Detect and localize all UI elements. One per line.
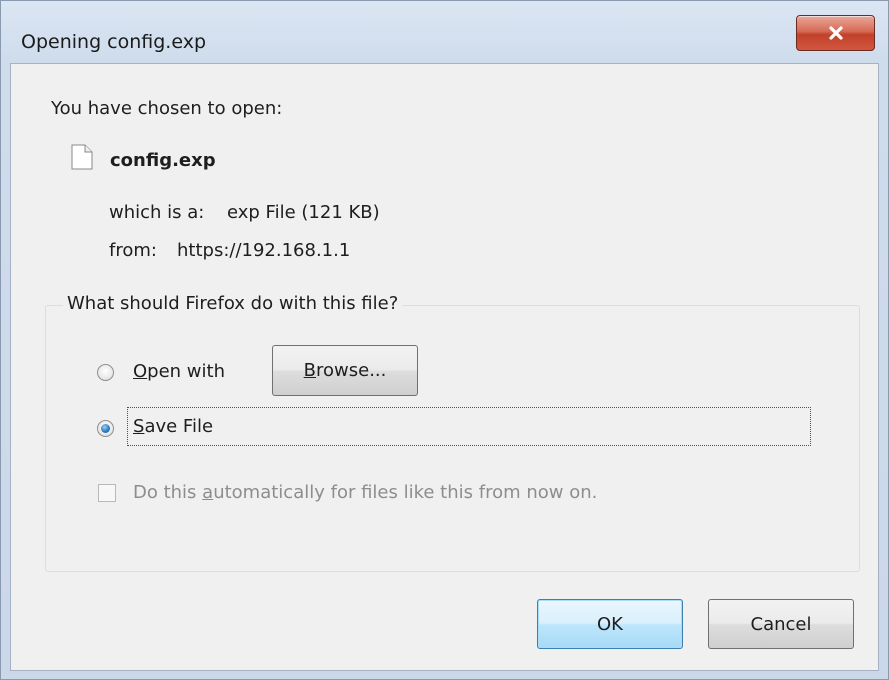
radio-selected-dot bbox=[101, 424, 110, 433]
auto-accel: a bbox=[202, 482, 214, 503]
dialog-window: Opening config.exp You have chosen to op… bbox=[0, 0, 889, 680]
open-with-text: pen with bbox=[147, 361, 225, 382]
auto-text-before: Do this bbox=[133, 482, 203, 503]
action-group-legend: What should Firefox do with this file? bbox=[63, 293, 403, 314]
ok-button[interactable]: OK bbox=[537, 599, 683, 649]
dialog-body: You have chosen to open: config.exp whic… bbox=[10, 63, 879, 671]
auto-action-checkbox[interactable] bbox=[98, 484, 116, 502]
intro-text: You have chosen to open: bbox=[51, 98, 283, 119]
file-type-value: exp File (121 KB) bbox=[227, 202, 380, 223]
open-with-label[interactable]: Open with bbox=[133, 361, 225, 382]
window-title: Opening config.exp bbox=[21, 31, 207, 53]
file-name: config.exp bbox=[110, 150, 216, 171]
title-bar[interactable]: Opening config.exp bbox=[1, 1, 888, 63]
save-file-text: ave File bbox=[144, 416, 214, 437]
file-source-value: https://192.168.1.1 bbox=[177, 240, 351, 261]
save-file-accel: S bbox=[133, 416, 145, 437]
browse-button[interactable]: Browse... bbox=[272, 345, 418, 396]
save-file-radio[interactable] bbox=[97, 420, 114, 437]
open-with-radio[interactable] bbox=[97, 364, 114, 381]
file-source-label: from: bbox=[109, 240, 157, 261]
browse-accel: B bbox=[303, 360, 316, 381]
save-file-label[interactable]: Save File bbox=[133, 416, 213, 437]
file-icon bbox=[71, 144, 93, 170]
auto-action-label: Do this automatically for files like thi… bbox=[133, 482, 597, 503]
close-icon bbox=[828, 26, 843, 40]
close-button[interactable] bbox=[796, 15, 875, 51]
open-with-accel: O bbox=[133, 361, 148, 382]
focus-rectangle bbox=[127, 407, 811, 446]
auto-text-after: utomatically for files like this from no… bbox=[213, 482, 598, 503]
browse-text: rowse... bbox=[316, 360, 387, 381]
cancel-button[interactable]: Cancel bbox=[708, 599, 854, 649]
file-type-label: which is a: bbox=[109, 202, 205, 223]
